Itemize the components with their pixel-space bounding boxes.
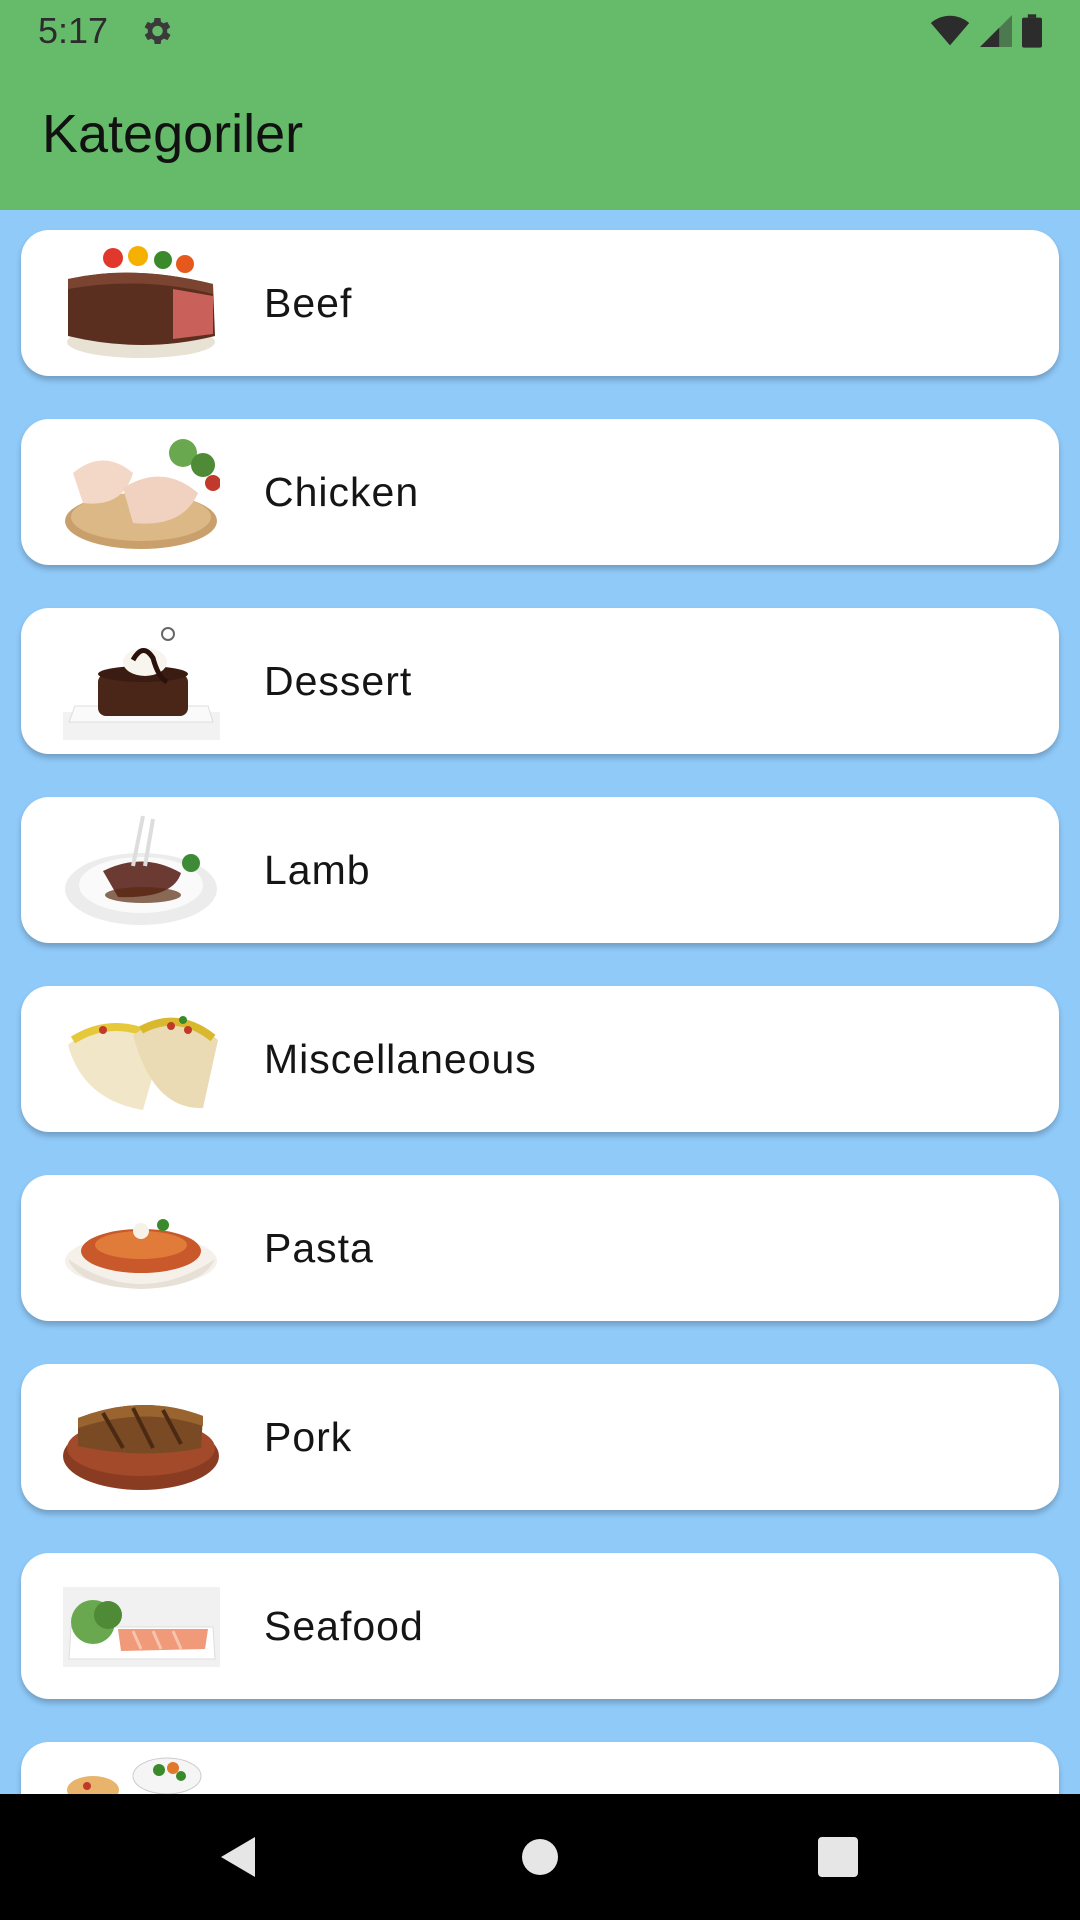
beef-thumbnail <box>67 246 215 358</box>
category-label: Lamb <box>264 847 371 893</box>
category-label: Pasta <box>264 1225 374 1271</box>
app-bar: Kategoriler <box>0 63 1080 210</box>
category-label: Miscellaneous <box>264 1036 537 1082</box>
wifi-icon <box>930 15 970 46</box>
recents-icon[interactable] <box>813 1832 863 1882</box>
category-card-side[interactable] <box>21 1742 1059 1794</box>
category-label: Pork <box>264 1414 353 1460</box>
lamb-thumbnail <box>65 815 217 925</box>
system-nav-bar <box>0 1794 1080 1920</box>
status-bar: 5:17 <box>0 0 1080 63</box>
chicken-thumbnail <box>65 439 220 549</box>
seafood-thumbnail <box>63 1587 220 1667</box>
category-label: Seafood <box>264 1603 424 1649</box>
category-card-dessert[interactable]: Dessert <box>21 608 1059 754</box>
pork-thumbnail <box>63 1404 219 1490</box>
category-card-lamb[interactable]: Lamb <box>21 797 1059 943</box>
home-icon[interactable] <box>515 1832 565 1882</box>
category-card-pasta[interactable]: Pasta <box>21 1175 1059 1321</box>
page-title: Kategoriler <box>42 104 304 164</box>
category-card-pork[interactable]: Pork <box>21 1364 1059 1510</box>
dessert-thumbnail <box>63 627 220 740</box>
status-time: 5:17 <box>38 10 109 51</box>
category-label: Dessert <box>264 658 413 704</box>
category-card-seafood[interactable]: Seafood <box>21 1553 1059 1699</box>
category-label: Beef <box>264 280 353 326</box>
category-card-chicken[interactable]: Chicken <box>21 419 1059 565</box>
back-icon[interactable] <box>213 1832 263 1882</box>
gear-icon <box>144 17 171 45</box>
signal-icon <box>980 15 1012 47</box>
category-card-miscellaneous[interactable]: Miscellaneous <box>21 986 1059 1132</box>
category-label: Chicken <box>264 469 420 515</box>
category-card-beef[interactable]: Beef <box>21 230 1059 376</box>
battery-icon <box>1022 14 1042 48</box>
pasta-thumbnail <box>65 1219 217 1289</box>
miscellaneous-thumbnail <box>68 1016 218 1110</box>
side-dishes-thumbnail <box>67 1757 202 1794</box>
category-list[interactable]: Beef Chicken Dessert Lamb Miscellaneous … <box>0 210 1080 1794</box>
